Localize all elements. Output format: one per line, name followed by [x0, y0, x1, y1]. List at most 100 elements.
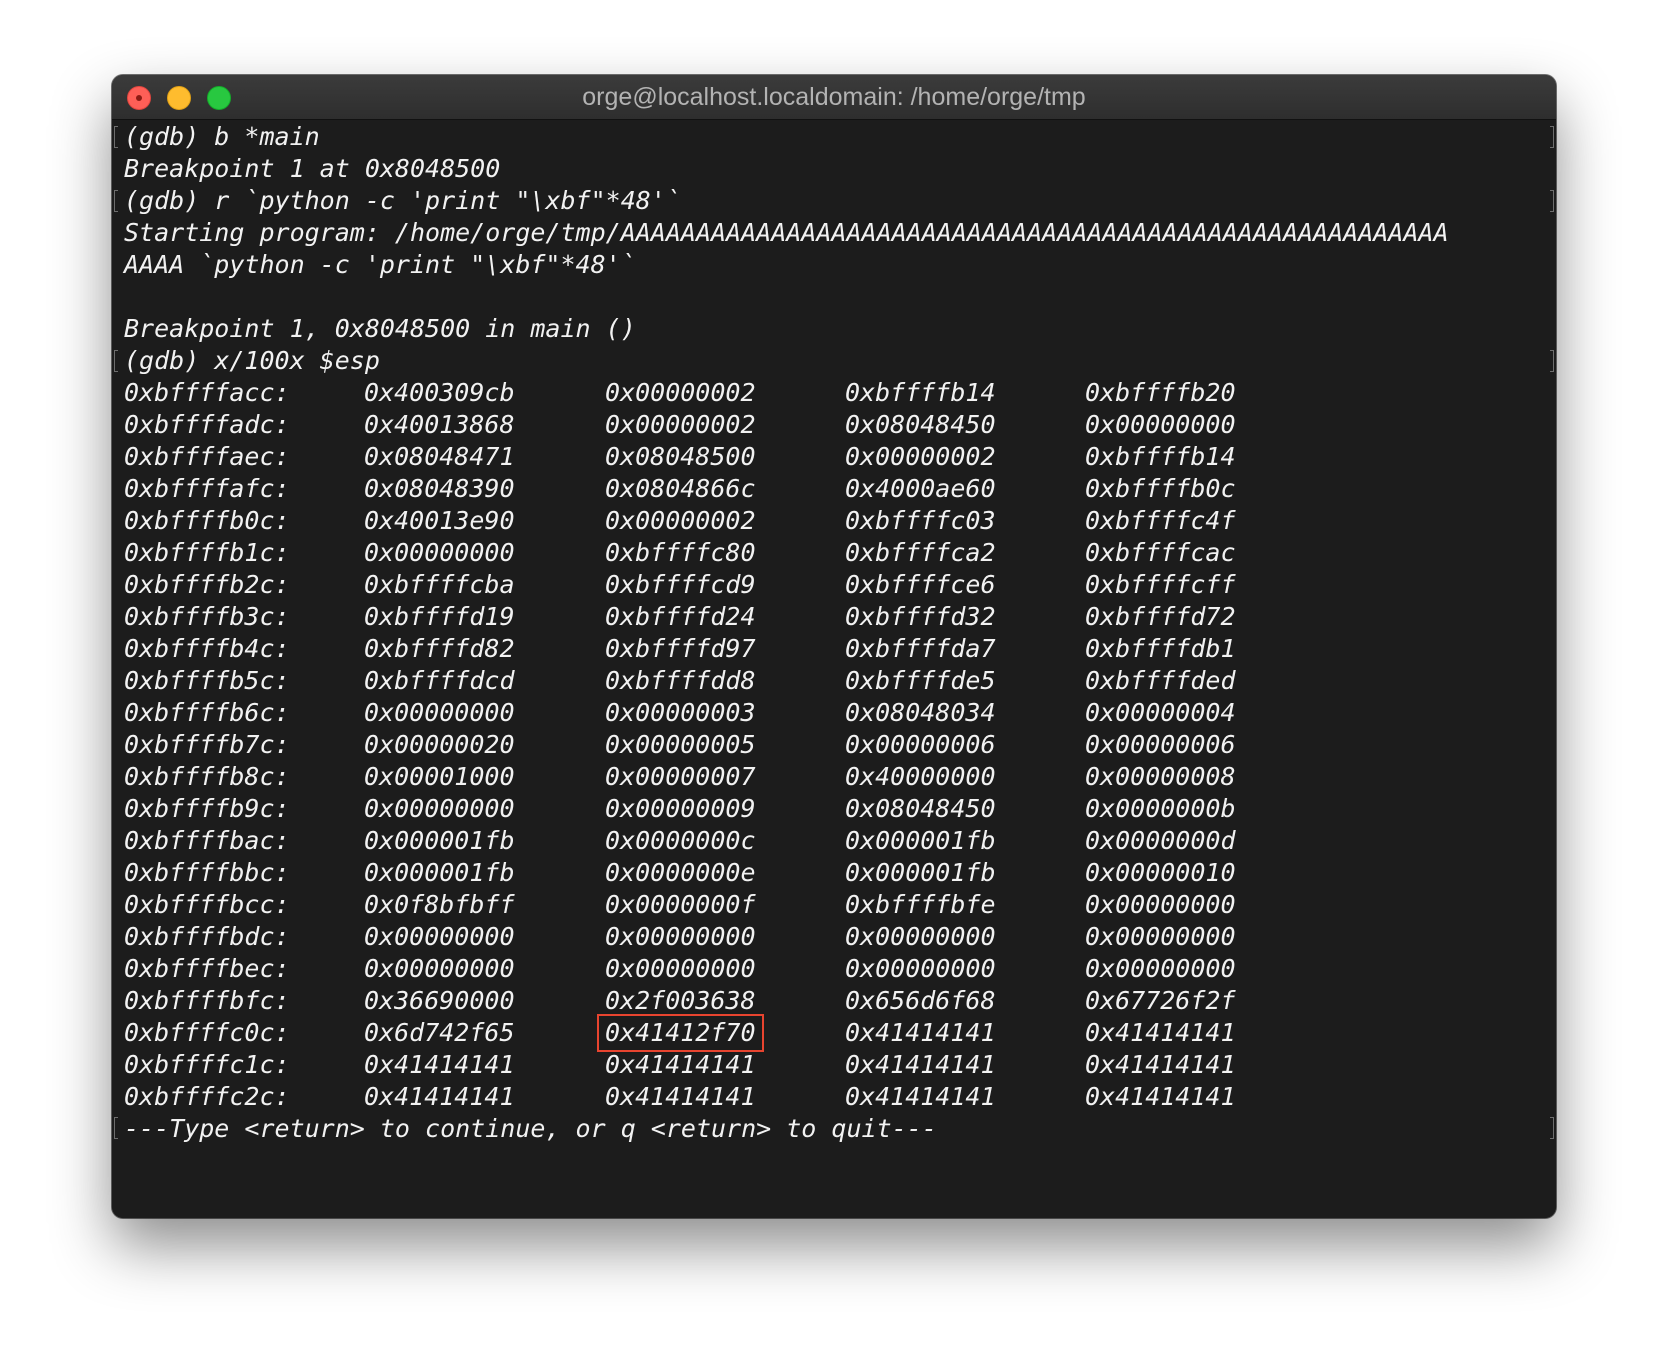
memory-word: 0xbffffce6 [845, 570, 996, 599]
memory-address: 0xbffffbcc: [124, 890, 290, 919]
memory-address: 0xbffffaec: [124, 442, 290, 471]
memory-word: 0x41414141 [1085, 1082, 1236, 1111]
line-marker [114, 350, 118, 372]
memory-address: 0xbffffbfc: [124, 986, 290, 1015]
memory-word: 0x08048471 [364, 442, 515, 471]
memory-address: 0xbffffafc: [124, 474, 290, 503]
memory-word: 0xbffffdcd [364, 666, 515, 695]
line-marker [114, 1117, 118, 1139]
memory-word: 0x0000000f [605, 890, 756, 919]
title-bar[interactable]: orge@localhost.localdomain: /home/orge/t… [112, 75, 1556, 120]
memory-word: 0x0f8bfbff [364, 890, 515, 919]
memory-word: 0x41414141 [845, 1050, 996, 1079]
memory-word: 0x000001fb [364, 826, 515, 855]
memory-word: 0x40013e90 [364, 506, 515, 535]
memory-word: 0x08048450 [845, 794, 996, 823]
memory-word: 0x00000010 [1085, 858, 1236, 887]
memory-word: 0x00000002 [605, 506, 756, 535]
memory-word: 0x00000000 [1085, 954, 1236, 983]
memory-word: 0x41414141 [1085, 1050, 1236, 1079]
memory-word: 0x08048500 [605, 442, 756, 471]
memory-word: 0x41414141 [845, 1082, 996, 1111]
memory-word: 0xbffffdb1 [1085, 634, 1236, 663]
memory-address: 0xbffffbec: [124, 954, 290, 983]
memory-word: 0x00000000 [364, 954, 515, 983]
line-marker [1550, 1117, 1554, 1139]
memory-word: 0x00000000 [364, 698, 515, 727]
gdb-command-line: (gdb) r `python -c 'print "\xbf"*48'` [124, 186, 681, 215]
memory-word: 0x400309cb [364, 378, 515, 407]
memory-word: 0x36690000 [364, 986, 515, 1015]
memory-word: 0x41414141 [1085, 1018, 1236, 1047]
memory-word: 0x0804866c [605, 474, 756, 503]
memory-word: 0x41414141 [605, 1050, 756, 1079]
memory-word: 0x41414141 [845, 1018, 996, 1047]
memory-word: 0x08048390 [364, 474, 515, 503]
output-line: Breakpoint 1, 0x8048500 in main () [124, 314, 636, 343]
memory-word: 0xbffffcd9 [605, 570, 756, 599]
memory-word: 0x000001fb [364, 858, 515, 887]
memory-word: 0x00001000 [364, 762, 515, 791]
memory-word: 0xbffffdd8 [605, 666, 756, 695]
memory-address: 0xbffffb2c: [124, 570, 290, 599]
memory-word: 0x00000002 [605, 410, 756, 439]
memory-word: 0x000001fb [845, 826, 996, 855]
memory-word: 0xbffffcac [1085, 538, 1236, 567]
memory-address: 0xbffffb8c: [124, 762, 290, 791]
window-title: orge@localhost.localdomain: /home/orge/t… [582, 83, 1086, 111]
memory-word: 0xbffffda7 [845, 634, 996, 663]
memory-address: 0xbffffbbc: [124, 858, 290, 887]
memory-word: 0x0000000b [1085, 794, 1236, 823]
memory-word: 0x00000000 [845, 922, 996, 951]
memory-word: 0xbffffbfe [845, 890, 996, 919]
gdb-command-line: (gdb) x/100x $esp [124, 346, 380, 375]
memory-address: 0xbffffb0c: [124, 506, 290, 535]
terminal-output[interactable]: (gdb) b *main Breakpoint 1 at 0x8048500 … [112, 120, 1556, 1218]
output-line: AAAA `python -c 'print "\xbf"*48'` [124, 250, 636, 279]
memory-address: 0xbffffb6c: [124, 698, 290, 727]
memory-word: 0x00000005 [605, 730, 756, 759]
memory-word: 0xbffffd72 [1085, 602, 1236, 631]
memory-word: 0x00000009 [605, 794, 756, 823]
memory-address: 0xbffffbdc: [124, 922, 290, 951]
highlighted-memory-word: 0x41412f70 [597, 1014, 764, 1052]
memory-word: 0x00000000 [1085, 890, 1236, 919]
output-line: Breakpoint 1 at 0x8048500 [124, 154, 501, 183]
memory-address: 0xbffffb5c: [124, 666, 290, 695]
memory-word: 0x4000ae60 [845, 474, 996, 503]
memory-address: 0xbffffb3c: [124, 602, 290, 631]
memory-word: 0x00000003 [605, 698, 756, 727]
memory-word: 0x000001fb [845, 858, 996, 887]
memory-word: 0xbffffc4f [1085, 506, 1236, 535]
memory-word: 0xbffffded [1085, 666, 1236, 695]
memory-word: 0xbffffb14 [845, 378, 996, 407]
memory-address: 0xbffffb7c: [124, 730, 290, 759]
memory-address: 0xbffffb4c: [124, 634, 290, 663]
memory-word: 0x00000000 [1085, 922, 1236, 951]
memory-word: 0x0000000e [605, 858, 756, 887]
memory-word: 0x08048450 [845, 410, 996, 439]
memory-word: 0x6d742f65 [364, 1018, 515, 1047]
memory-word: 0xbffffb14 [1085, 442, 1236, 471]
memory-word: 0xbffffd82 [364, 634, 515, 663]
memory-word: 0xbffffd97 [605, 634, 756, 663]
memory-word: 0x41414141 [605, 1082, 756, 1111]
memory-word: 0xbffffb20 [1085, 378, 1236, 407]
memory-word: 0x00000000 [364, 794, 515, 823]
memory-word: 0x00000000 [845, 954, 996, 983]
memory-word: 0x00000002 [845, 442, 996, 471]
memory-word: 0x40000000 [845, 762, 996, 791]
memory-word: 0x0000000c [605, 826, 756, 855]
memory-word: 0x41414141 [364, 1082, 515, 1111]
memory-address: 0xbffffacc: [124, 378, 290, 407]
memory-word: 0x0000000d [1085, 826, 1236, 855]
memory-word: 0xbffffc03 [845, 506, 996, 535]
memory-word: 0x40013868 [364, 410, 515, 439]
memory-word: 0x00000000 [605, 922, 756, 951]
memory-address: 0xbffffbac: [124, 826, 290, 855]
memory-word: 0x00000006 [1085, 730, 1236, 759]
memory-word: 0x00000000 [364, 922, 515, 951]
memory-word: 0x656d6f68 [845, 986, 996, 1015]
memory-word: 0x00000000 [364, 538, 515, 567]
memory-address: 0xbffffc2c: [124, 1082, 290, 1111]
